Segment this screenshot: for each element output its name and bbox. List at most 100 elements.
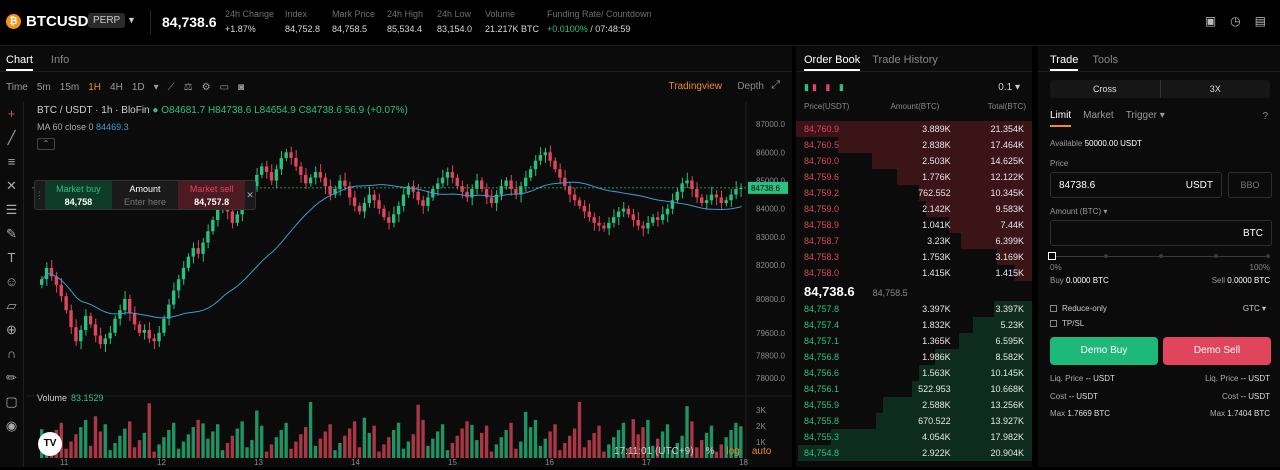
calculator-icon[interactable]: ▤: [1255, 14, 1266, 28]
tab-chart[interactable]: Chart: [6, 54, 33, 71]
interval-5m[interactable]: 5m: [37, 82, 51, 93]
tab-info[interactable]: Info: [51, 54, 69, 71]
candle-body: [421, 200, 425, 206]
interval-4h[interactable]: 4H: [110, 82, 123, 93]
camera-icon[interactable]: ◙: [238, 82, 244, 93]
time-in-force-select[interactable]: GTC ▾: [1243, 304, 1266, 313]
book-row[interactable]: 84,755.9 2.588K 13.256K: [796, 397, 1032, 413]
fullscreen-icon[interactable]: ▭: [220, 82, 229, 93]
compare-icon[interactable]: ⚖: [184, 82, 193, 93]
demo-sell-button[interactable]: Demo Sell: [1163, 337, 1271, 365]
book-row[interactable]: 84,759.6 1.776K 12.122K: [796, 169, 1032, 185]
percent-toggle[interactable]: %: [706, 446, 715, 457]
crosshair-icon[interactable]: +: [0, 102, 23, 126]
volume-bar: [88, 445, 93, 458]
order-type-limit[interactable]: Limit: [1050, 110, 1072, 127]
candlestick-svg[interactable]: 87000.086000.085000.084000.083000.082000…: [26, 102, 792, 467]
settings-icon[interactable]: ⚙: [202, 82, 211, 93]
book-row[interactable]: 84,755.8 670.522 13.927K: [796, 413, 1032, 429]
collapse-legend-icon[interactable]: ⌃: [37, 138, 55, 150]
symbol-dropdown-icon[interactable]: ▼: [127, 15, 136, 25]
pattern-icon[interactable]: ✕: [0, 174, 23, 198]
tradingview-logo[interactable]: TV: [38, 432, 62, 456]
layout-icon[interactable]: ▣: [1205, 14, 1216, 28]
book-row[interactable]: 84,760.0 2.503K 14.625K: [796, 153, 1032, 169]
symbol-name[interactable]: BTCUSDT: [26, 13, 98, 30]
ruler-icon[interactable]: ▱: [0, 294, 23, 318]
tab-tools[interactable]: Tools: [1092, 54, 1118, 71]
book-row[interactable]: 84,759.0 2.142K 9.583K: [796, 201, 1032, 217]
amount-slider[interactable]: [1048, 252, 1270, 260]
fib-icon[interactable]: ☰: [0, 198, 23, 222]
interval-1h[interactable]: 1H: [88, 82, 101, 93]
slider-handle[interactable]: [1048, 252, 1056, 260]
price-input[interactable]: 84738.6 USDT: [1050, 172, 1222, 198]
magnet-icon[interactable]: ∩: [0, 342, 23, 366]
book-row[interactable]: 84,760.5 2.838K 17.464K: [796, 137, 1032, 153]
tab-trade[interactable]: Trade: [1050, 54, 1079, 71]
candle-body: [328, 186, 332, 195]
volume-bar: [103, 424, 107, 458]
margin-mode-cross[interactable]: Cross: [1050, 80, 1160, 98]
indicator-icon[interactable]: ⟋: [168, 82, 175, 93]
book-view-toggles[interactable]: ▮▮ ▮ ▮: [804, 82, 847, 93]
book-row[interactable]: 84,759.2 762.552 10.345K: [796, 185, 1032, 201]
book-row[interactable]: 84,756.8 1.986K 8.582K: [796, 349, 1032, 365]
lock-icon[interactable]: ▢: [0, 390, 23, 414]
volume-bar: [445, 450, 450, 458]
text-icon[interactable]: T: [0, 246, 23, 270]
bbo-button[interactable]: BBO: [1228, 172, 1272, 198]
order-type-trigger[interactable]: Trigger ▾: [1126, 110, 1165, 127]
market-sell-button[interactable]: Market sell 84,757.8: [178, 181, 246, 209]
demo-buy-button[interactable]: Demo Buy: [1050, 337, 1158, 365]
order-type-market[interactable]: Market: [1083, 110, 1114, 127]
reduce-only-checkbox[interactable]: Reduce-only: [1050, 304, 1107, 313]
emoji-icon[interactable]: ☺: [0, 270, 23, 294]
tpsl-checkbox[interactable]: TP/SL: [1050, 319, 1084, 328]
auto-toggle[interactable]: auto: [752, 446, 771, 457]
price-chart[interactable]: 87000.0 86000.0 85000.0 84000.0 83000.0 82000…: [26, 102, 792, 467]
book-row[interactable]: 84,757.4 1.832K 5.23K: [796, 317, 1032, 333]
interval-15m[interactable]: 15m: [60, 82, 79, 93]
ticker-header: ₿ BTCUSDT PERP ▼ 84,738.6 24h Change +1.8…: [0, 0, 1280, 46]
lock-draw-icon[interactable]: ✏: [0, 366, 23, 390]
book-row[interactable]: 84,758.0 1.415K 1.415K: [796, 265, 1032, 281]
tradingview-toggle[interactable]: Tradingview: [668, 81, 722, 92]
horizontal-lines-icon[interactable]: ≡: [0, 150, 23, 174]
tab-order-book[interactable]: Order Book: [804, 54, 861, 71]
amount-label[interactable]: Amount (BTC) ▾: [1050, 207, 1107, 216]
leverage-select[interactable]: 3X: [1161, 80, 1271, 98]
book-total: 1.415K: [995, 268, 1024, 278]
interval-time[interactable]: Time: [6, 82, 28, 93]
zoom-icon[interactable]: ⊕: [0, 318, 23, 342]
book-row[interactable]: 84,755.3 4.054K 17.982K: [796, 429, 1032, 445]
book-row[interactable]: 84,758.9 1.041K 7.44K: [796, 217, 1032, 233]
tab-trade-history[interactable]: Trade History: [872, 54, 938, 71]
eye-icon[interactable]: ◉: [0, 414, 23, 438]
brush-icon[interactable]: ✎: [0, 222, 23, 246]
more-intervals-icon[interactable]: ▾: [154, 82, 159, 93]
market-buy-button[interactable]: Market buy 84,758: [45, 181, 112, 209]
book-row[interactable]: 84,756.6 1.563K 10.145K: [796, 365, 1032, 381]
tick-size-select[interactable]: 0.1 ▾: [998, 82, 1020, 93]
drag-handle-icon[interactable]: ⋮⋮: [35, 181, 53, 209]
trendline-icon[interactable]: ╱: [0, 126, 23, 150]
stat-index: Index 84,752.8: [285, 9, 321, 34]
book-row[interactable]: 84,758.7 3.23K 6.399K: [796, 233, 1032, 249]
expand-icon[interactable]: ⤢: [771, 79, 780, 92]
book-row[interactable]: 84,760.9 3.889K 21.354K: [796, 121, 1032, 137]
amount-input[interactable]: Amount Enter here: [112, 181, 179, 209]
help-icon[interactable]: ?: [1262, 111, 1268, 122]
depth-toggle[interactable]: Depth: [737, 81, 764, 92]
interval-1d[interactable]: 1D: [132, 82, 145, 93]
book-row[interactable]: 84,754.8 2.922K 20.904K: [796, 445, 1032, 461]
book-row[interactable]: 84,756.1 522.953 10.668K: [796, 381, 1032, 397]
clock-icon[interactable]: ◷: [1230, 14, 1240, 28]
amount-field[interactable]: BTC: [1050, 220, 1272, 246]
book-row[interactable]: 84,758.3 1.753K 3.169K: [796, 249, 1032, 265]
book-row[interactable]: 84,757.8 3.397K 3.397K: [796, 301, 1032, 317]
log-toggle[interactable]: log: [726, 446, 739, 457]
book-row[interactable]: 84,757.1 1.365K 6.595K: [796, 333, 1032, 349]
close-icon[interactable]: ✕: [245, 181, 255, 209]
book-amount: 1.832K: [922, 320, 951, 330]
